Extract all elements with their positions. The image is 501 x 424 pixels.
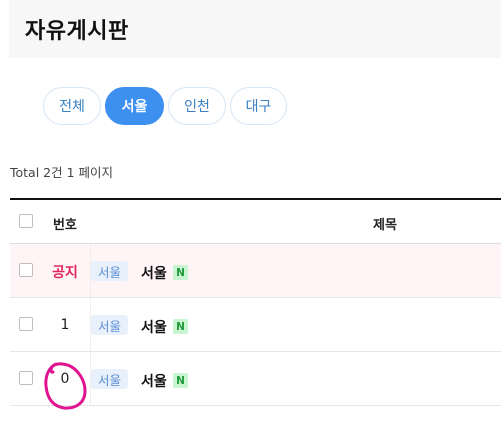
category-badge: 서울 [91,315,129,335]
title-bar: 자유게시판 [9,0,501,58]
post-title-link[interactable]: 서울 [141,371,167,391]
category-badge: 서울 [91,369,129,389]
total-count: Total 2건 1 페이지 [10,165,114,180]
row-number: 1 [60,317,70,333]
header-number: 번호 [53,218,77,233]
table-row: 0 서울 서울 N [10,352,501,406]
post-title-link[interactable]: 서울 [141,317,167,337]
tab-daegu[interactable]: 대구 [230,87,287,125]
category-badge: 서울 [91,261,129,281]
row-number: 0 [60,371,70,387]
board-page: 자유게시판 전체 서울 인천 대구 Total 2건 1 페이지 번호 제목 공… [0,0,501,424]
page-title: 자유게시판 [25,19,129,44]
row-checkbox[interactable] [19,317,33,331]
header-title: 제목 [373,218,397,233]
table-row-notice: 공지 서울 서울 N [10,244,501,298]
select-all-checkbox[interactable] [19,214,33,228]
new-badge: N [173,373,188,388]
tab-incheon[interactable]: 인천 [168,87,226,125]
row-checkbox[interactable] [19,371,33,385]
tab-all[interactable]: 전체 [43,87,101,125]
tab-seoul[interactable]: 서울 [105,87,164,125]
new-badge: N [173,265,188,280]
new-badge: N [173,319,188,334]
table-header: 번호 제목 [10,198,501,244]
notice-label: 공지 [52,265,78,281]
row-checkbox[interactable] [19,263,33,277]
table-row: 1 서울 서울 N [10,298,501,352]
post-title-link[interactable]: 서울 [141,263,167,283]
